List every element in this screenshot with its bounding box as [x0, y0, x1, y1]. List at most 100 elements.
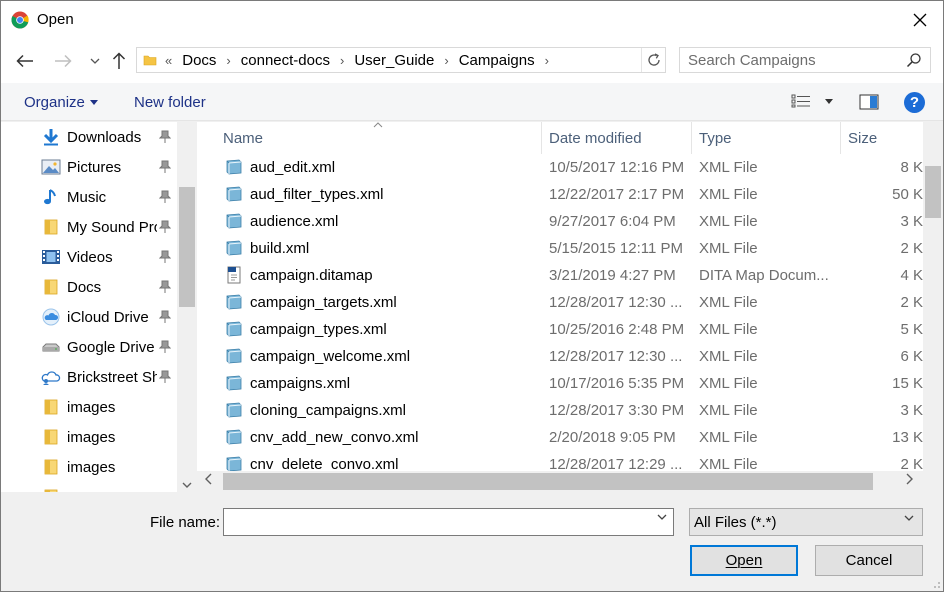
search-input[interactable] [688, 52, 898, 69]
file-size: 13 K [892, 429, 923, 446]
crumb-connect-docs[interactable]: connect-docs [241, 52, 330, 69]
refresh-icon [647, 53, 660, 66]
sidebar-item-downloads[interactable]: Downloads [1, 122, 177, 152]
close-icon [913, 13, 927, 27]
file-date-modified: 3/21/2019 4:27 PM [549, 267, 676, 284]
sidebar-item-music[interactable]: Music [1, 182, 177, 212]
scroll-down-icon[interactable] [182, 482, 192, 488]
crumb-docs[interactable]: Docs [182, 52, 216, 69]
sidebar-item-partial[interactable] [1, 482, 177, 492]
search-box[interactable] [679, 47, 931, 73]
scrollbar-thumb[interactable] [179, 187, 195, 307]
up-button[interactable] [109, 51, 129, 71]
pin-icon[interactable] [159, 160, 171, 174]
file-row[interactable]: campaign_targets.xml 12/28/2017 12:30 ...… [197, 289, 923, 316]
scrollbar-thumb[interactable] [223, 473, 873, 490]
xml-file-icon [224, 185, 244, 203]
back-button[interactable] [15, 51, 35, 71]
sidebar-item-google-drive[interactable]: Google Drive [1, 332, 177, 362]
sidebar-item-images[interactable]: images [1, 392, 177, 422]
file-row[interactable]: cnv_delete_convo.xml 12/28/2017 12:29 ...… [197, 451, 923, 471]
file-row[interactable]: campaign_welcome.xml 12/28/2017 12:30 ...… [197, 343, 923, 370]
recent-locations-button[interactable] [85, 51, 105, 71]
sidebar-item-brickstreet[interactable]: Brickstreet Sh [1, 362, 177, 392]
resize-grip-icon[interactable] [931, 579, 941, 589]
scroll-left-icon[interactable] [205, 473, 212, 485]
chevron-down-icon[interactable] [657, 514, 667, 520]
scrollbar-thumb[interactable] [925, 166, 941, 218]
file-row[interactable]: audience.xml 9/27/2017 6:04 PM XML File 3 K [197, 208, 923, 235]
pin-icon[interactable] [159, 190, 171, 204]
pin-icon[interactable] [159, 340, 171, 354]
file-size: 3 K [900, 402, 923, 419]
file-row[interactable]: campaign.ditamap 3/21/2019 4:27 PM DITA Ma… [197, 262, 923, 289]
overflow-crumbs-icon[interactable]: « [165, 53, 172, 68]
pin-icon[interactable] [159, 280, 171, 294]
file-row[interactable]: campaign_types.xml 10/25/2016 2:48 PM XML … [197, 316, 923, 343]
pin-icon[interactable] [159, 310, 171, 324]
file-name-input[interactable] [223, 508, 674, 536]
column-header-size[interactable]: Size [848, 122, 877, 154]
crumb-separator-icon[interactable]: › [340, 53, 344, 68]
forward-button[interactable] [53, 51, 73, 71]
sidebar-item-images[interactable]: images [1, 452, 177, 482]
sidebar-item-docs[interactable]: Docs [1, 272, 177, 302]
pin-icon[interactable] [159, 130, 171, 144]
new-folder-button[interactable]: New folder [134, 94, 206, 111]
help-button[interactable]: ? [904, 92, 925, 113]
cancel-button[interactable]: Cancel [815, 545, 923, 576]
crumb-separator-icon[interactable]: › [545, 53, 549, 68]
file-row[interactable]: campaigns.xml 10/17/2016 5:35 PM XML File 1… [197, 370, 923, 397]
sidebar-item-pictures[interactable]: Pictures [1, 152, 177, 182]
file-type: XML File [699, 294, 758, 311]
crumb-campaigns[interactable]: Campaigns [459, 52, 535, 69]
caret-down-icon [89, 100, 98, 105]
file-list-horizontal-scrollbar[interactable] [197, 471, 943, 492]
sidebar-item-my-sound-pro[interactable]: My Sound Pro [1, 212, 177, 242]
column-divider[interactable] [691, 122, 692, 154]
sidebar-item-images[interactable]: images [1, 422, 177, 452]
pin-icon[interactable] [159, 370, 171, 384]
file-name: aud_edit.xml [250, 159, 336, 176]
organize-menu-button[interactable]: Organize [24, 94, 98, 111]
open-button[interactable]: Open [690, 545, 798, 576]
sidebar-item-icloud-drive[interactable]: iCloud Drive [1, 302, 177, 332]
cancel-button-label: Cancel [845, 552, 893, 569]
search-icon [906, 53, 921, 68]
sort-ascending-icon [373, 122, 383, 128]
column-header-type[interactable]: Type [699, 122, 732, 154]
preview-pane-button[interactable] [859, 94, 879, 114]
chevron-down-icon [904, 515, 914, 521]
file-row[interactable]: aud_edit.xml 10/5/2017 12:16 PM XML File 8 … [197, 154, 923, 181]
file-date-modified: 2/20/2018 9:05 PM [549, 429, 676, 446]
pictures-icon [41, 159, 61, 175]
file-row[interactable]: build.xml 5/15/2015 12:11 PM XML File 2 K [197, 235, 923, 262]
file-type: XML File [699, 402, 758, 419]
file-row[interactable]: cnv_add_new_convo.xml 2/20/2018 9:05 PM XM… [197, 424, 923, 451]
column-header-date[interactable]: Date modified [549, 122, 642, 154]
up-arrow-icon [112, 52, 126, 69]
change-view-button[interactable] [791, 94, 833, 108]
file-name: campaigns.xml [250, 375, 351, 392]
crumb-user-guide[interactable]: User_Guide [354, 52, 434, 69]
organize-label: Organize [24, 94, 85, 111]
scroll-right-icon[interactable] [906, 473, 913, 485]
refresh-button[interactable] [641, 48, 665, 72]
pin-icon[interactable] [159, 220, 171, 234]
address-bar[interactable]: « Docs › connect-docs › User_Guide › Cam… [136, 47, 666, 73]
column-divider[interactable] [541, 122, 542, 154]
sidebar-item-label: Google Drive [67, 339, 155, 356]
pin-icon[interactable] [159, 250, 171, 264]
file-list-vertical-scrollbar[interactable] [923, 122, 943, 471]
navigation-scrollbar[interactable] [177, 122, 197, 492]
column-header-name[interactable]: Name [223, 122, 263, 154]
crumb-separator-icon[interactable]: › [444, 53, 448, 68]
column-divider[interactable] [840, 122, 841, 154]
sidebar-item-videos[interactable]: Videos [1, 242, 177, 272]
close-button[interactable] [897, 1, 943, 39]
file-type-filter[interactable]: All Files (*.*) [689, 508, 923, 536]
xml-file-icon [224, 428, 244, 446]
file-row[interactable]: cloning_campaigns.xml 12/28/2017 3:30 PM X… [197, 397, 923, 424]
file-row[interactable]: aud_filter_types.xml 12/22/2017 2:17 PM XM… [197, 181, 923, 208]
crumb-separator-icon[interactable]: › [226, 53, 230, 68]
